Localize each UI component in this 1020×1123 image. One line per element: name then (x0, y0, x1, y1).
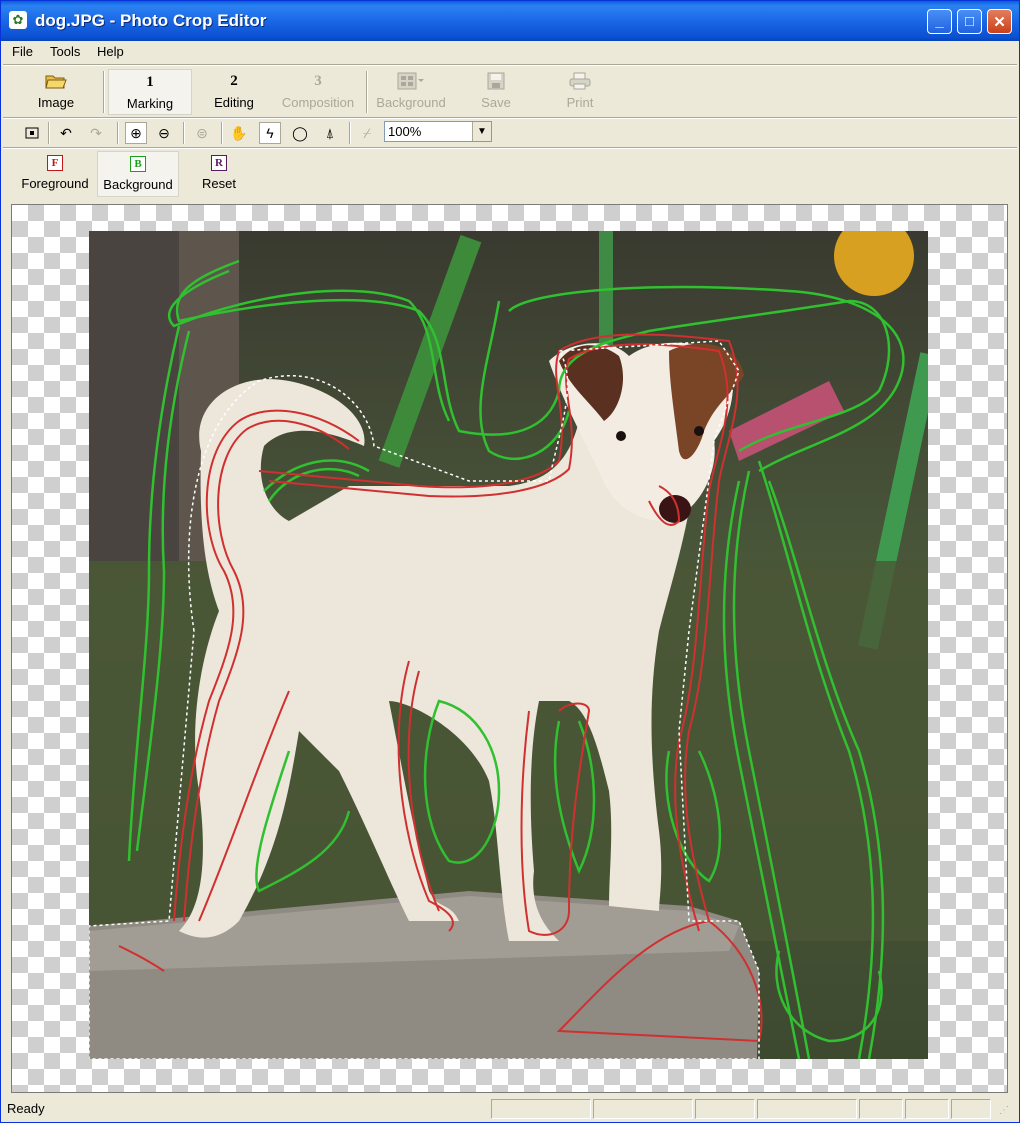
printer-icon (553, 69, 607, 93)
status-panel (905, 1099, 949, 1119)
tools-separator (221, 122, 223, 144)
status-panel (491, 1099, 591, 1119)
marking-label: Marking (126, 96, 174, 111)
save-label: Save (481, 95, 511, 110)
application-window: ✿ dog.JPG - Photo Crop Editor _ □ ✕ File… (0, 0, 1020, 1123)
main-toolbar: Image 1 Marking 2 Editing 3 Composition … (1, 65, 1019, 117)
composition-step-number: 3 (314, 72, 322, 89)
composition-step-button[interactable]: 3 Composition (275, 69, 361, 115)
reset-button[interactable]: R Reset (193, 151, 245, 197)
marking-step-button[interactable]: 1 Marking (108, 69, 192, 115)
folder-open-icon (23, 69, 89, 93)
status-panel (859, 1099, 903, 1119)
reset-icon: R (211, 155, 227, 171)
print-button[interactable]: Print (553, 69, 607, 115)
status-bar: Ready ⋰ (1, 1095, 1019, 1122)
toolbar-separator (366, 71, 368, 113)
zoom-select[interactable]: 100% ▼ (384, 121, 492, 142)
hand-icon[interactable]: ✋ (228, 122, 250, 144)
background-marker-label: Background (103, 177, 173, 192)
photo-with-markings[interactable] (89, 231, 928, 1059)
marking-toolbar: F Foreground B Background R Reset (1, 149, 1019, 199)
tools-toolbar: ↶ ↷ ⊕ ⊖ ⊜ ✋ ϟ ◯ ⍋ ⌿ (1, 119, 1019, 147)
status-panel (593, 1099, 693, 1119)
image-label: Image (37, 95, 75, 110)
background-grid-icon (371, 69, 451, 93)
window-title: dog.JPG - Photo Crop Editor (35, 11, 267, 30)
undo-icon[interactable]: ↶ (55, 122, 77, 144)
background-marker-icon: B (130, 156, 146, 172)
reset-label: Reset (202, 176, 236, 191)
composition-label: Composition (281, 95, 355, 110)
zoom-out-icon[interactable]: ⊖ (153, 122, 175, 144)
save-disk-icon (467, 69, 525, 93)
eraser-icon[interactable]: ⌿ (356, 122, 378, 144)
menu-help[interactable]: Help (97, 44, 124, 59)
status-panel (695, 1099, 755, 1119)
marking-step-number: 1 (146, 73, 154, 90)
image-button[interactable]: Image (23, 69, 89, 115)
zoom-value: 100% (388, 124, 422, 139)
foreground-label: Foreground (21, 176, 89, 191)
redo-icon[interactable]: ↷ (85, 122, 107, 144)
chevron-down-icon[interactable]: ▼ (472, 122, 491, 141)
title-bar[interactable]: ✿ dog.JPG - Photo Crop Editor _ □ ✕ (1, 1, 1019, 41)
app-icon: ✿ (9, 11, 27, 29)
ellipse-select-icon[interactable]: ◯ (289, 122, 311, 144)
minimize-button[interactable]: _ (927, 9, 952, 34)
tools-separator (183, 122, 185, 144)
crop-icon[interactable] (21, 122, 43, 144)
close-button[interactable]: ✕ (987, 9, 1012, 34)
editing-label: Editing (214, 95, 254, 110)
editing-step-number: 2 (230, 72, 238, 89)
foreground-button[interactable]: F Foreground (15, 151, 95, 197)
magic-wand-icon[interactable]: ⍋ (319, 122, 341, 144)
print-label: Print (566, 95, 594, 110)
background-marker-button[interactable]: B Background (97, 151, 179, 197)
zoom-in-icon[interactable]: ⊕ (125, 122, 147, 144)
foreground-marker-icon: F (47, 155, 63, 171)
status-panel (757, 1099, 857, 1119)
resize-grip-icon[interactable]: ⋰ (999, 1105, 1009, 1116)
editing-step-button[interactable]: 2 Editing (197, 69, 271, 115)
toolbar-separator (103, 71, 105, 113)
tools-separator (117, 122, 119, 144)
tools-separator (349, 122, 351, 144)
menu-tools[interactable]: Tools (50, 44, 80, 59)
menu-bar: File Tools Help (1, 41, 1019, 63)
brush-icon[interactable]: ϟ (259, 122, 281, 144)
status-panel (951, 1099, 991, 1119)
fit-icon[interactable]: ⊜ (191, 122, 213, 144)
save-button[interactable]: Save (467, 69, 525, 115)
maximize-button[interactable]: □ (957, 9, 982, 34)
background-label: Background (376, 95, 446, 110)
status-text: Ready (7, 1101, 45, 1116)
menu-file[interactable]: File (12, 44, 33, 59)
background-button[interactable]: Background (371, 69, 451, 115)
tools-separator (48, 122, 50, 144)
